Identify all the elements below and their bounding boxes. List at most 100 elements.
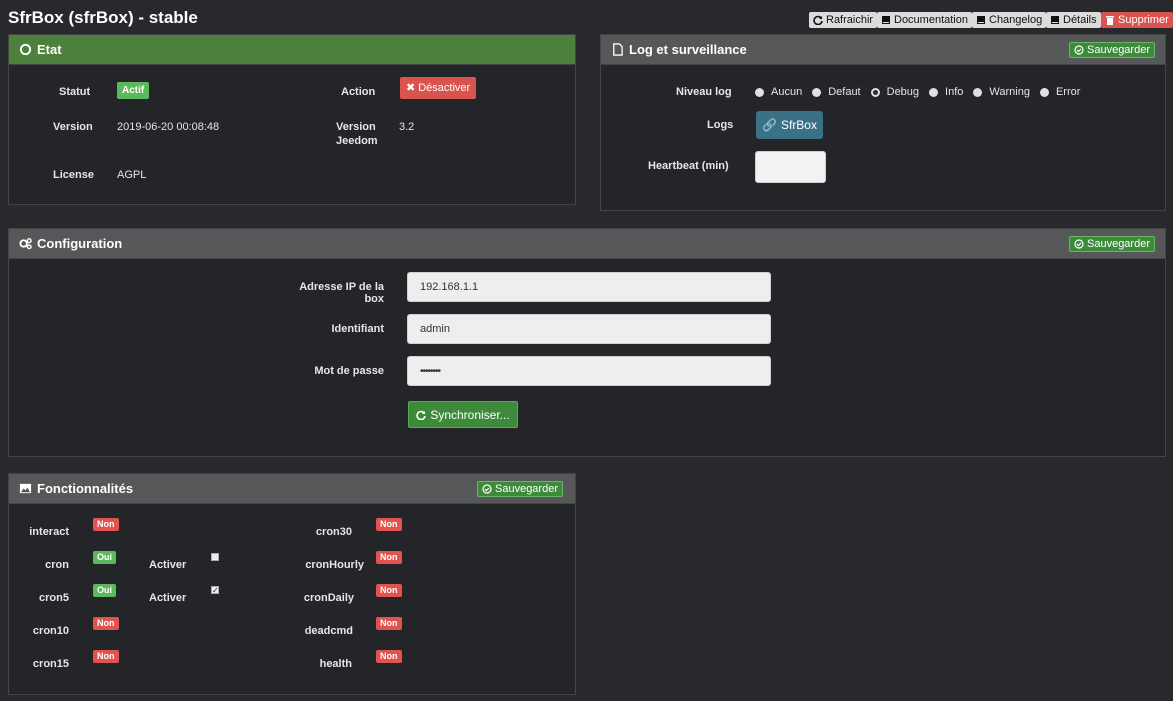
radio-error[interactable]: Error [1039,86,1081,98]
func-name: cron10 [32,625,69,637]
refresh-button[interactable]: Rafraichir [809,12,878,28]
fonctionnalites-panel: Fonctionnalités Sauvegarder interact Non… [8,473,576,695]
documentation-button[interactable]: Documentation [877,12,972,28]
radio-warning[interactable]: Warning [973,86,1030,98]
license-label: License [53,169,94,181]
book-icon [882,16,890,24]
desactiver-button[interactable]: ✖ Désactiver [400,77,477,99]
radio-button[interactable] [973,87,983,97]
cogs-icon [19,238,32,250]
func-save-button[interactable]: Sauvegarder [477,481,563,497]
radio-button-selected[interactable] [870,87,880,97]
config-save-label: Sauvegarder [1087,238,1150,250]
radio-debug[interactable]: Debug [870,86,920,98]
log-panel: Log et surveillance Sauvegarder Niveau l… [600,34,1166,211]
radio-button[interactable] [812,87,822,97]
status-badge: Non [93,617,119,630]
ip-input[interactable]: 192.168.1.1 [407,272,771,302]
activer-checkbox-checked[interactable]: ✓ [211,586,219,595]
check-circle-icon [1074,239,1084,249]
radio-defaut[interactable]: Defaut [812,86,861,98]
func-name: cronDaily [303,592,354,604]
sfrbox-log-label: SfrBox [780,118,817,132]
ip-label: Adresse IP de la box [299,281,384,305]
check-circle-icon [482,484,492,494]
func-name: deadcmd [304,625,353,637]
details-button[interactable]: Détails [1046,12,1101,28]
status-badge: Non [376,551,402,564]
radio-button[interactable] [1039,87,1049,97]
radio-aucun[interactable]: Aucun [755,86,802,98]
page-title: SfrBox (sfrBox) - stable [8,8,198,27]
status-badge: Non [376,584,402,597]
func-name: interact [29,526,69,538]
niveau-log-label: Niveau log [676,86,732,98]
changelog-button[interactable]: Changelog [972,12,1047,28]
status-badge: Non [93,650,119,663]
delete-button[interactable]: Supprimer [1101,12,1173,28]
etat-panel: Etat Statut Actif Action ✖ Désactiver Ve… [8,34,576,205]
radio-label: Warning [989,86,1030,98]
activer-checkbox[interactable] [211,553,219,561]
statut-label: Statut [59,86,91,98]
changelog-label: Changelog [989,14,1043,26]
refresh-icon [416,410,427,420]
password-label: Mot de passe [314,365,384,377]
version-label: Version [53,121,93,133]
radio-label: Info [945,86,964,98]
config-header: Configuration [9,229,1165,259]
book-icon [977,16,985,24]
func-name: cron30 [315,526,352,538]
delete-label: Supprimer [1118,14,1169,26]
identifiant-input[interactable]: admin [407,314,771,344]
radio-info[interactable]: Info [929,86,963,98]
sfrbox-log-button[interactable]: 🔗 SfrBox [756,111,823,139]
status-badge: Non [93,518,119,531]
config-save-button[interactable]: Sauvegarder [1069,236,1155,252]
version-jeedom-label-1: Version [336,121,376,133]
paperclip-icon: 🔗 [762,118,777,132]
radio-button[interactable] [755,87,764,97]
log-level-radios: Aucun Defaut Debug Info Warning Error [755,86,1080,98]
password-input[interactable]: •••••••• [407,356,771,386]
check-circle-icon [1074,45,1084,55]
synchroniser-button[interactable]: Synchroniser... [408,401,518,428]
status-badge: Oui [93,551,116,564]
logs-label: Logs [707,119,734,131]
action-label: Action [341,86,376,98]
config-title: Configuration [37,236,123,251]
func-name: cron15 [32,658,69,670]
statut-badge: Actif [117,82,150,99]
refresh-icon [813,15,823,25]
status-badge: Non [376,518,402,531]
version-jeedom-value: 3.2 [399,121,415,133]
book-icon [1051,16,1059,24]
etat-header: Etat [9,35,575,65]
func-name: cron [45,559,69,571]
func-name: health [319,658,352,670]
heartbeat-input[interactable] [755,151,826,183]
identifiant-label: Identifiant [331,323,384,335]
radio-button[interactable] [929,87,939,97]
log-title: Log et surveillance [629,42,747,57]
file-icon [613,43,623,56]
refresh-label: Rafraichir [826,14,874,26]
close-icon: ✖ [406,82,416,94]
radio-label: Debug [886,86,920,98]
radio-label: Error [1055,86,1081,98]
log-save-button[interactable]: Sauvegarder [1069,42,1155,58]
status-badge: Non [376,617,402,630]
version-value: 2019-06-20 00:08:48 [117,121,220,133]
activer-label: Activer [149,559,187,571]
trash-icon [1106,16,1114,25]
etat-title: Etat [37,42,62,57]
documentation-label: Documentation [894,14,968,26]
version-jeedom-label-2: Jeedom [336,135,378,147]
status-badge: Oui [93,584,116,597]
func-save-label: Sauvegarder [495,483,558,495]
desactiver-label: Désactiver [418,82,471,94]
image-icon [19,483,32,494]
radio-label: Aucun [771,86,803,98]
func-name: cron5 [39,592,69,604]
radio-label: Defaut [828,86,861,98]
